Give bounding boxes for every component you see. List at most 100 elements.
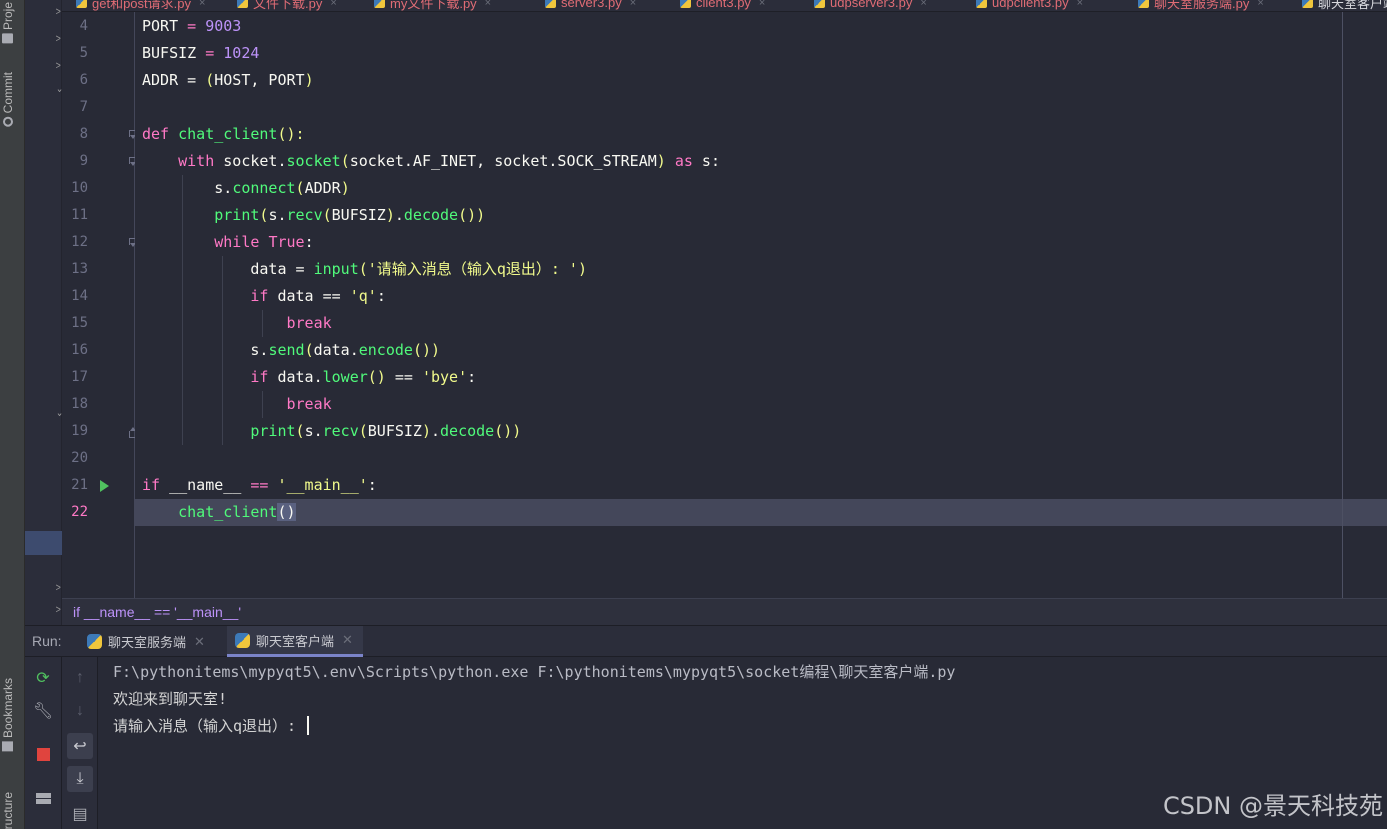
arrow-up-icon[interactable]: ↑ [67, 665, 93, 691]
code-line: BUFSIZ = 1024 [142, 44, 260, 62]
structure-tool-button[interactable]: Structure [1, 792, 15, 829]
python-file-icon [237, 0, 248, 8]
code-line: def chat_client(): [142, 125, 305, 143]
console-output-line: 欢迎来到聊天室! [113, 690, 228, 708]
line-number: 4 [79, 18, 88, 34]
run-tool-header: Run: 聊天室服务端 ✕ 聊天室客户端 ✕ [25, 625, 1387, 657]
line-number: 10 [71, 180, 88, 196]
python-file-icon [545, 0, 556, 8]
code-line: if __name__ == '__main__': [142, 476, 377, 494]
chevron-right-icon[interactable]: > [56, 60, 61, 72]
line-number: 5 [79, 45, 88, 61]
breadcrumb[interactable]: if __name__ == '__main__' [62, 598, 1387, 625]
editor-tab[interactable]: server3.py × [545, 0, 636, 11]
python-icon [87, 634, 102, 649]
arrow-down-icon[interactable]: ↓ [67, 698, 93, 724]
line-number: 21 [71, 477, 88, 493]
editor-tab[interactable]: udpserver3.py × [814, 0, 927, 11]
editor-tab[interactable]: get和post请求.py × [76, 0, 205, 11]
run-tab-server[interactable]: 聊天室服务端 ✕ [79, 626, 215, 657]
code-line: s.connect(ADDR) [142, 179, 350, 197]
python-file-icon [680, 0, 691, 8]
python-file-icon [76, 0, 87, 8]
editor-tab[interactable]: 聊天室服务端.py × [1138, 0, 1264, 11]
code-line: PORT = 9003 [142, 17, 242, 35]
line-number: 11 [71, 207, 88, 223]
line-number: 18 [71, 396, 88, 412]
run-toolbar-primary: ⟳ 🔧︎ [25, 657, 62, 829]
watermark: CSDN @景天科技苑 [1162, 792, 1383, 820]
line-number: 7 [79, 99, 88, 115]
chevron-right-icon[interactable]: > [56, 604, 61, 616]
code-line: print(s.recv(BUFSIZ).decode()) [250, 422, 522, 440]
close-icon[interactable]: × [485, 0, 491, 9]
close-icon[interactable]: ✕ [194, 634, 205, 650]
code-line-current: chat_client() [178, 503, 296, 521]
chevron-right-icon[interactable]: > [56, 6, 61, 18]
python-file-icon [976, 0, 987, 8]
print-icon[interactable]: ▤ [67, 801, 93, 827]
run-label: Run: [32, 633, 62, 649]
editor-tab[interactable]: 文件下载.py × [237, 0, 337, 11]
close-icon[interactable]: × [1077, 0, 1083, 9]
python-file-icon [1138, 0, 1149, 8]
close-icon[interactable]: × [330, 0, 336, 9]
python-file-icon [1302, 0, 1313, 8]
chevron-right-icon[interactable]: > [56, 33, 61, 45]
code-line: if data == 'q': [142, 287, 386, 305]
commit-icon [3, 116, 13, 127]
editor-gutter: 4 5 6 7 8 9 10 11 12 13 14 15 16 17 18 1… [62, 12, 140, 598]
run-tab-client[interactable]: 聊天室客户端 ✕ [227, 626, 363, 657]
line-number: 17 [71, 369, 88, 385]
commit-label: Commit [1, 72, 15, 114]
line-number: 15 [71, 315, 88, 331]
rerun-icon[interactable]: ⟳ [30, 665, 56, 691]
code-line: break [142, 314, 332, 332]
stop-icon[interactable] [30, 741, 56, 767]
close-icon[interactable]: ✕ [342, 632, 353, 648]
scroll-to-end-icon[interactable]: ⤓ [67, 766, 93, 792]
close-icon[interactable]: × [1257, 0, 1263, 9]
python-icon [235, 632, 250, 648]
line-number: 14 [71, 288, 88, 304]
editor-tab[interactable]: udpclient3.py × [976, 0, 1083, 11]
line-number: 8 [79, 126, 88, 142]
line-number: 9 [79, 153, 88, 169]
folder-icon [2, 33, 14, 44]
layout-icon[interactable] [30, 785, 56, 811]
tree-selected-row [25, 531, 62, 555]
python-file-icon [374, 0, 385, 8]
run-toolbar-secondary: ↑ ↓ ↩ ⤓ ▤ [62, 657, 98, 829]
tool-window-strip: Proje Commit Bookmarks Structure [0, 0, 25, 829]
bookmarks-label: Bookmarks [1, 678, 15, 739]
line-number: 19 [71, 423, 88, 439]
project-label: Proje [1, 2, 15, 31]
line-number: 6 [79, 72, 88, 88]
code-editor[interactable]: PORT = 9003 BUFSIZ = 1024 ADDR = (HOST, … [135, 12, 1387, 598]
code-line: data = input('请输入消息（输入q退出）: ') [142, 260, 587, 278]
run-gutter-icon[interactable] [100, 480, 109, 492]
console-command-line: F:\pythonitems\mypyqt5\.env\Scripts\pyth… [113, 663, 956, 681]
close-icon[interactable]: × [199, 0, 205, 9]
code-line: break [142, 395, 332, 413]
console-prompt-line[interactable]: 请输入消息（输入q退出）: [113, 713, 310, 740]
chevron-right-icon[interactable]: > [56, 582, 61, 594]
bookmarks-tool-button[interactable]: Bookmarks [1, 678, 15, 755]
line-number: 13 [71, 261, 88, 277]
code-line: ADDR = (HOST, PORT) [142, 71, 314, 89]
soft-wrap-icon[interactable]: ↩ [67, 733, 93, 759]
commit-tool-button[interactable]: Commit [1, 72, 15, 131]
close-icon[interactable]: × [630, 0, 636, 9]
structure-label: Structure [1, 792, 15, 829]
project-tool-button[interactable]: Proje [1, 2, 15, 47]
bookmark-icon [2, 741, 14, 752]
editor-tab[interactable]: my文件下载.py × [374, 0, 491, 11]
right-margin-guide [1342, 12, 1343, 598]
editor-tab[interactable]: client3.py × [680, 0, 765, 11]
close-icon[interactable]: × [759, 0, 765, 9]
text-caret [307, 716, 310, 735]
wrench-icon[interactable]: 🔧︎ [30, 698, 56, 724]
close-icon[interactable]: × [920, 0, 926, 9]
editor-tab-active[interactable]: 聊天室客户端.py [1302, 0, 1387, 11]
line-number: 20 [71, 450, 88, 466]
